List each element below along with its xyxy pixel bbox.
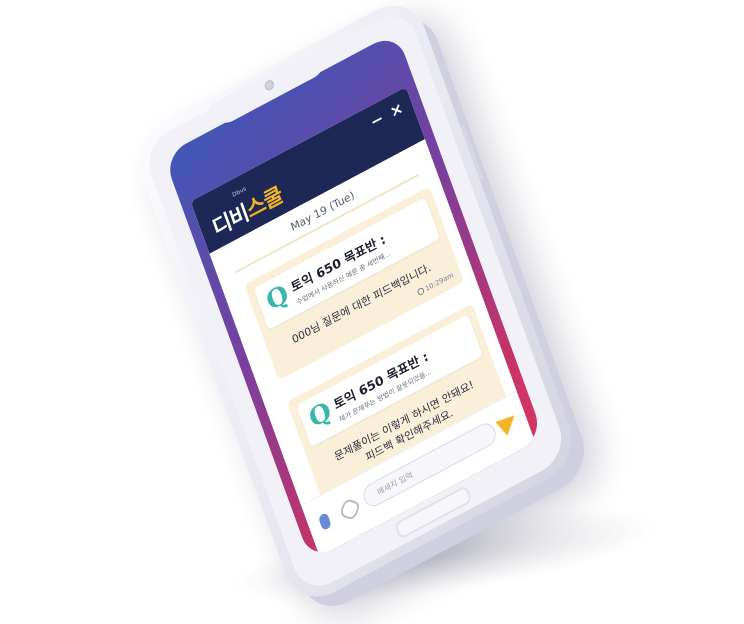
phone-bezel: Dbvs 디비스쿨 − × May 19 (Tue) Q 토익 650 목표반 … — [140, 5, 570, 597]
close-button[interactable]: × — [386, 98, 408, 123]
question-icon: Q — [305, 396, 336, 435]
chat-app-window: Dbvs 디비스쿨 − × May 19 (Tue) Q 토익 650 목표반 … — [190, 86, 536, 557]
microphone-icon[interactable] — [317, 512, 332, 532]
minimize-button[interactable]: − — [366, 108, 388, 133]
question-icon: Q — [262, 279, 293, 318]
camera-icon — [263, 78, 276, 93]
logo-small-text: Dbvs — [231, 185, 248, 199]
send-icon[interactable] — [495, 408, 521, 436]
clock-icon — [416, 286, 425, 297]
attachment-icon[interactable] — [338, 497, 362, 521]
scene: Dbvs 디비스쿨 − × May 19 (Tue) Q 토익 650 목표반 … — [0, 0, 744, 624]
